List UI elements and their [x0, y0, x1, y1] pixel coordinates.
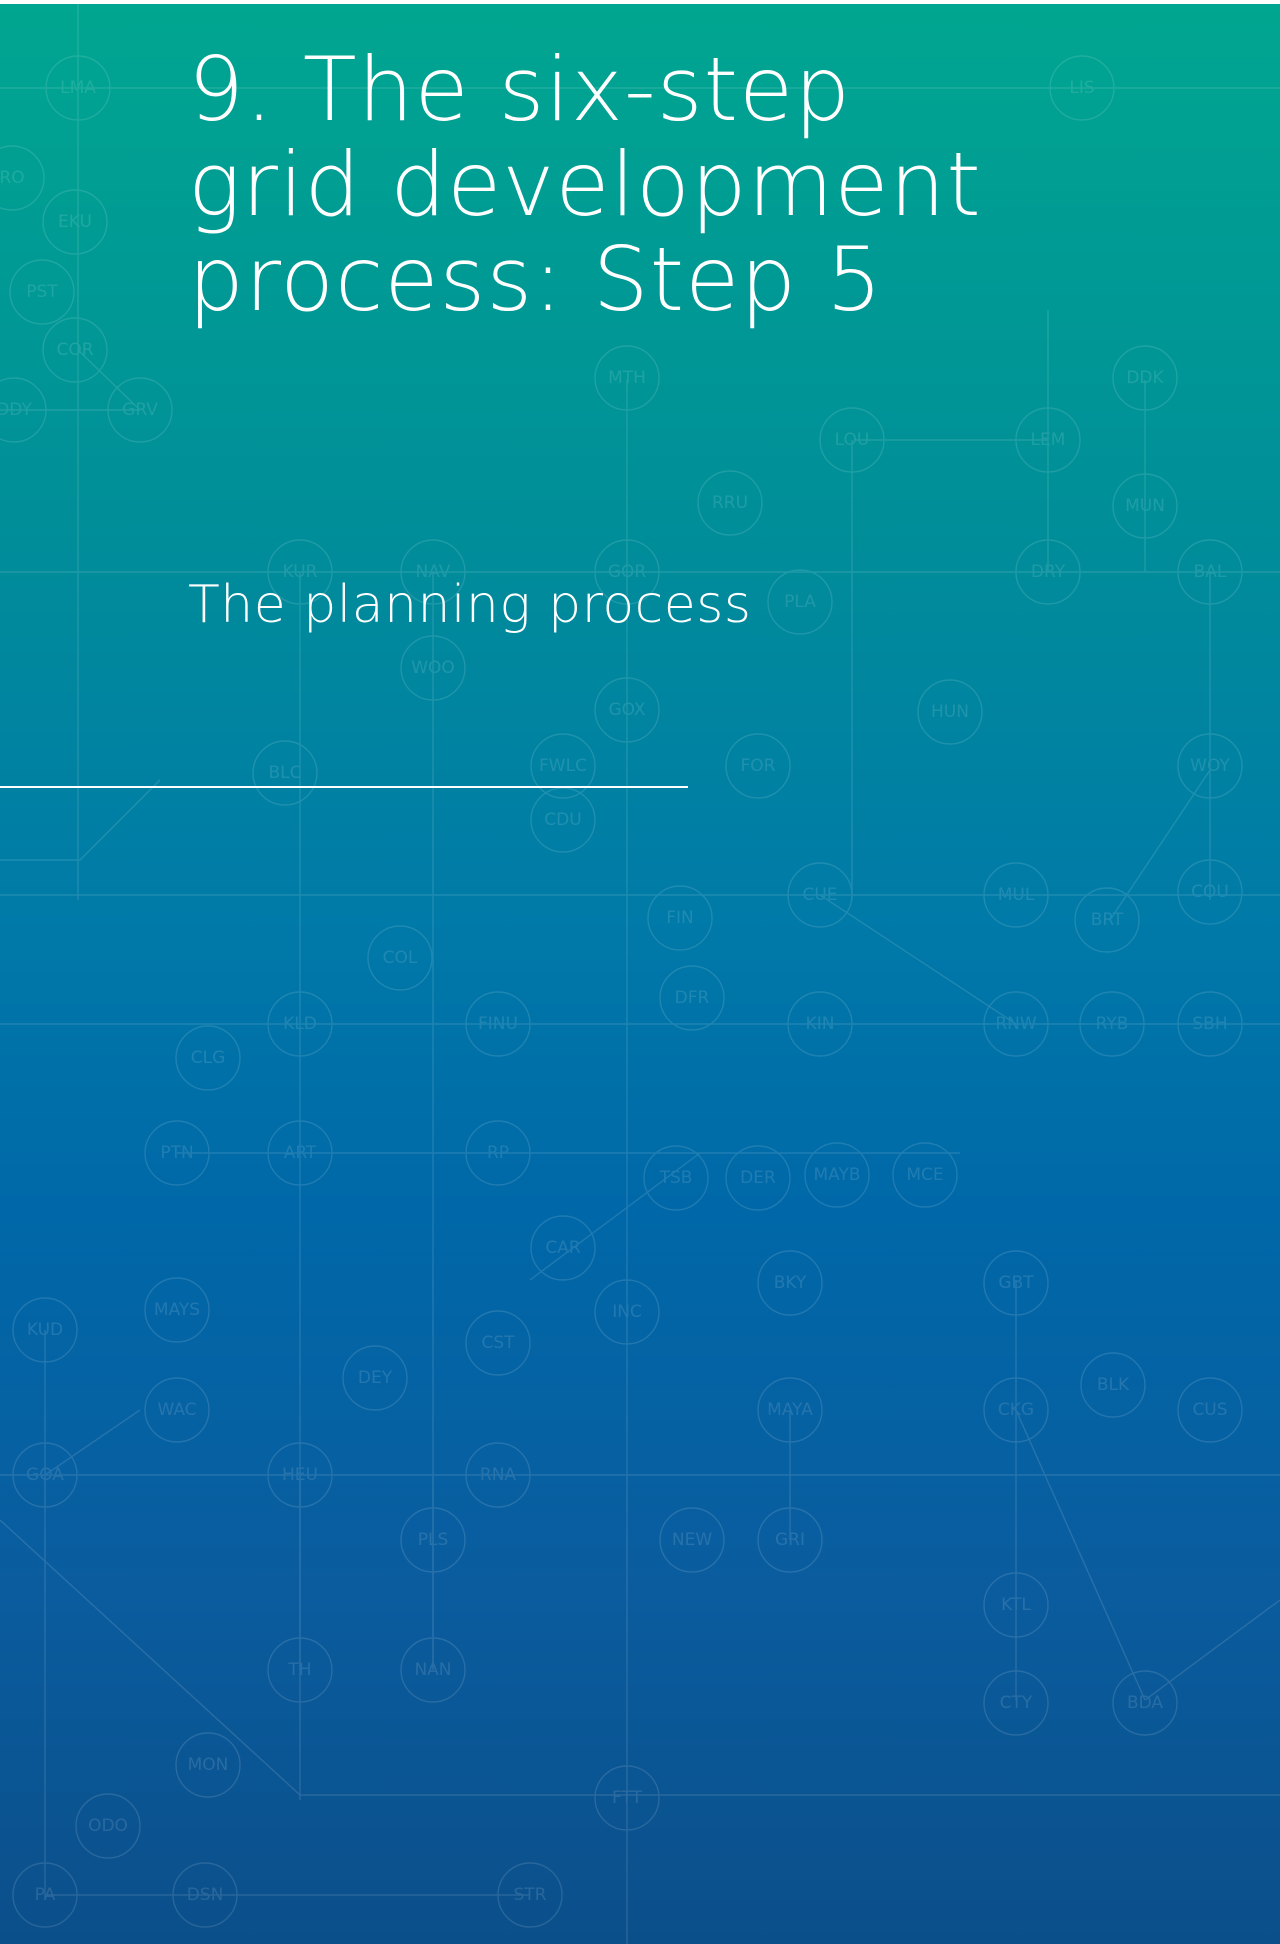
- network-node-label: DDY: [0, 400, 32, 420]
- network-node-label: LEM: [1031, 430, 1066, 450]
- network-node-label: DRY: [1031, 562, 1066, 582]
- network-node-label: COU: [1191, 882, 1229, 902]
- network-node-label: INC: [612, 1302, 642, 1322]
- network-node-label: HUN: [931, 702, 969, 722]
- network-node-label: LOU: [835, 430, 870, 450]
- network-node-label: MTH: [608, 368, 646, 388]
- network-node-label: NEW: [672, 1530, 712, 1550]
- network-node-label: COL: [383, 948, 418, 968]
- network-node-label: MON: [188, 1755, 229, 1775]
- network-node-label: FWLC: [539, 756, 587, 776]
- network-node-label: MUN: [1125, 496, 1165, 516]
- network-node-label: DSN: [187, 1885, 224, 1905]
- network-node-label: BDA: [1127, 1693, 1163, 1713]
- network-node-label: STR: [514, 1885, 547, 1905]
- network-node-label: MAYS: [154, 1300, 200, 1320]
- network-node-label: GRI: [775, 1530, 805, 1550]
- network-node-label: BRT: [1091, 910, 1124, 930]
- network-node-label: EKU: [58, 212, 92, 232]
- network-node-label: RYB: [1096, 1014, 1129, 1034]
- network-node-label: CDU: [544, 810, 581, 830]
- divider-line: [0, 786, 688, 788]
- network-node-label: BLC: [268, 763, 301, 783]
- network-node-label: RO: [0, 168, 25, 188]
- network-node-label: ART: [284, 1143, 317, 1163]
- network-node-label: MAYB: [813, 1165, 860, 1185]
- network-node-label: BAL: [1194, 562, 1227, 582]
- network-node-label: CST: [481, 1333, 515, 1353]
- network-node-label: FOR: [741, 756, 776, 776]
- network-node-label: KLD: [283, 1014, 317, 1034]
- network-node-label: GRV: [122, 400, 158, 420]
- network-node-label: FINU: [478, 1014, 518, 1034]
- network-node-label: CKG: [998, 1400, 1034, 1420]
- network-node-label: WOY: [1190, 756, 1230, 776]
- network-node-label: MCE: [906, 1165, 943, 1185]
- network-node-label: CUE: [802, 885, 837, 905]
- network-node-label: KTL: [1001, 1595, 1031, 1615]
- network-node-label: FIN: [666, 908, 694, 928]
- network-node-label: GOA: [26, 1465, 64, 1485]
- network-node-label: WAC: [157, 1400, 196, 1420]
- network-node-label: DER: [740, 1168, 776, 1188]
- network-node-label: HEU: [282, 1465, 318, 1485]
- network-node-label: GOX: [608, 700, 645, 720]
- title-line-3: process: Step 5: [188, 228, 884, 331]
- network-node-label: RNA: [480, 1465, 517, 1485]
- network-node-label: RP: [487, 1143, 509, 1163]
- network-node-label: CLG: [191, 1048, 226, 1068]
- network-node-label: DFR: [675, 988, 710, 1008]
- network-node-label: TSB: [659, 1168, 693, 1188]
- title-line-1: 9. The six-step: [188, 38, 852, 141]
- network-node-label: DEY: [358, 1368, 393, 1388]
- title-line-2: grid development: [188, 133, 982, 236]
- network-node-label: PA: [35, 1885, 56, 1905]
- network-node-label: TH: [287, 1660, 311, 1680]
- network-node-label: CTY: [1000, 1693, 1033, 1713]
- network-node-label: WOO: [411, 658, 455, 678]
- network-node-label: PST: [26, 282, 58, 302]
- network-node-label: RNW: [995, 1014, 1037, 1034]
- network-node-label: DDK: [1126, 368, 1164, 388]
- network-node-label: KIN: [806, 1014, 835, 1034]
- network-node-label: PLA: [784, 592, 816, 612]
- network-node-label: COR: [56, 340, 93, 360]
- page-title: 9. The six-step grid development process…: [188, 42, 1088, 327]
- network-node-label: PTN: [160, 1143, 193, 1163]
- network-node-label: LMA: [60, 78, 96, 98]
- network-node-label: CAR: [545, 1238, 580, 1258]
- network-node-label: BKY: [774, 1273, 807, 1293]
- network-node-label: MAYA: [767, 1400, 813, 1420]
- network-node-label: KUD: [27, 1320, 63, 1340]
- network-node-label: FTT: [612, 1788, 643, 1808]
- network-node-label: MUL: [998, 885, 1035, 905]
- network-node-label: GBT: [998, 1273, 1034, 1293]
- section-subtitle: The planning process: [188, 575, 752, 635]
- network-node-label: BLK: [1097, 1375, 1130, 1395]
- network-node-label: SBH: [1192, 1014, 1227, 1034]
- network-node-label: RRU: [712, 493, 748, 513]
- network-node-label: ODO: [88, 1816, 128, 1836]
- network-node-label: NAN: [414, 1660, 451, 1680]
- network-node-label: PLS: [418, 1530, 449, 1550]
- network-node-label: CUS: [1192, 1400, 1227, 1420]
